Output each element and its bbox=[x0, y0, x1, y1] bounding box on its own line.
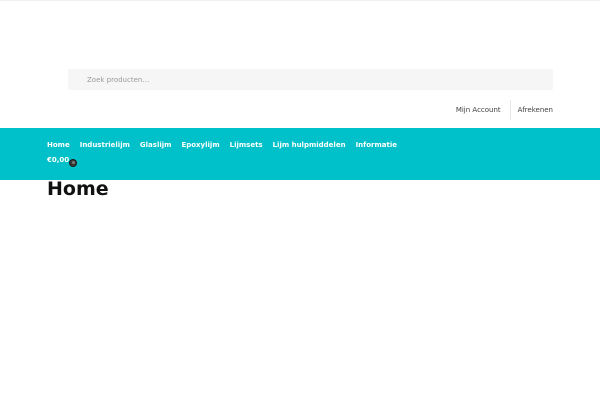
cart-count-icon bbox=[69, 158, 78, 167]
menu-item-industrielijm: Industrielijm bbox=[80, 132, 130, 151]
checkout-link[interactable]: Afrekenen bbox=[518, 100, 553, 120]
menu-link-glaslijm[interactable]: Glaslijm bbox=[140, 141, 172, 149]
cart-total: €0,00 bbox=[47, 156, 70, 164]
header-divider bbox=[0, 0, 600, 1]
menu-link-lijm-hulpmiddelen[interactable]: Lijm hulpmiddelen bbox=[273, 141, 346, 149]
menu-link-industrielijm[interactable]: Industrielijm bbox=[80, 141, 130, 149]
menu-item-home: Home bbox=[47, 132, 70, 151]
menu-link-informatie[interactable]: Informatie bbox=[356, 141, 397, 149]
my-account-link[interactable]: Mijn Account bbox=[456, 100, 501, 120]
secondary-navigation: Mijn Account Afrekenen bbox=[456, 100, 553, 120]
menu-item-lijmsets: Lijmsets bbox=[230, 132, 263, 151]
menu-link-home[interactable]: Home bbox=[47, 141, 70, 149]
product-search-form bbox=[68, 69, 553, 90]
menu-item-glaslijm: Glaslijm bbox=[140, 132, 172, 151]
menu-item-informatie: Informatie bbox=[356, 132, 397, 151]
search-input[interactable] bbox=[68, 69, 553, 90]
menu-link-lijmsets[interactable]: Lijmsets bbox=[230, 141, 263, 149]
primary-menu: Home Industrielijm Glaslijm Epoxylijm Li… bbox=[47, 135, 407, 149]
nav-separator bbox=[509, 100, 511, 120]
page-title: Home bbox=[47, 178, 109, 200]
menu-item-lijm-hulpmiddelen: Lijm hulpmiddelen bbox=[273, 132, 346, 151]
menu-item-epoxylijm: Epoxylijm bbox=[181, 132, 219, 151]
menu-link-epoxylijm[interactable]: Epoxylijm bbox=[181, 141, 219, 149]
cart-link[interactable]: €0,00 bbox=[47, 154, 78, 167]
